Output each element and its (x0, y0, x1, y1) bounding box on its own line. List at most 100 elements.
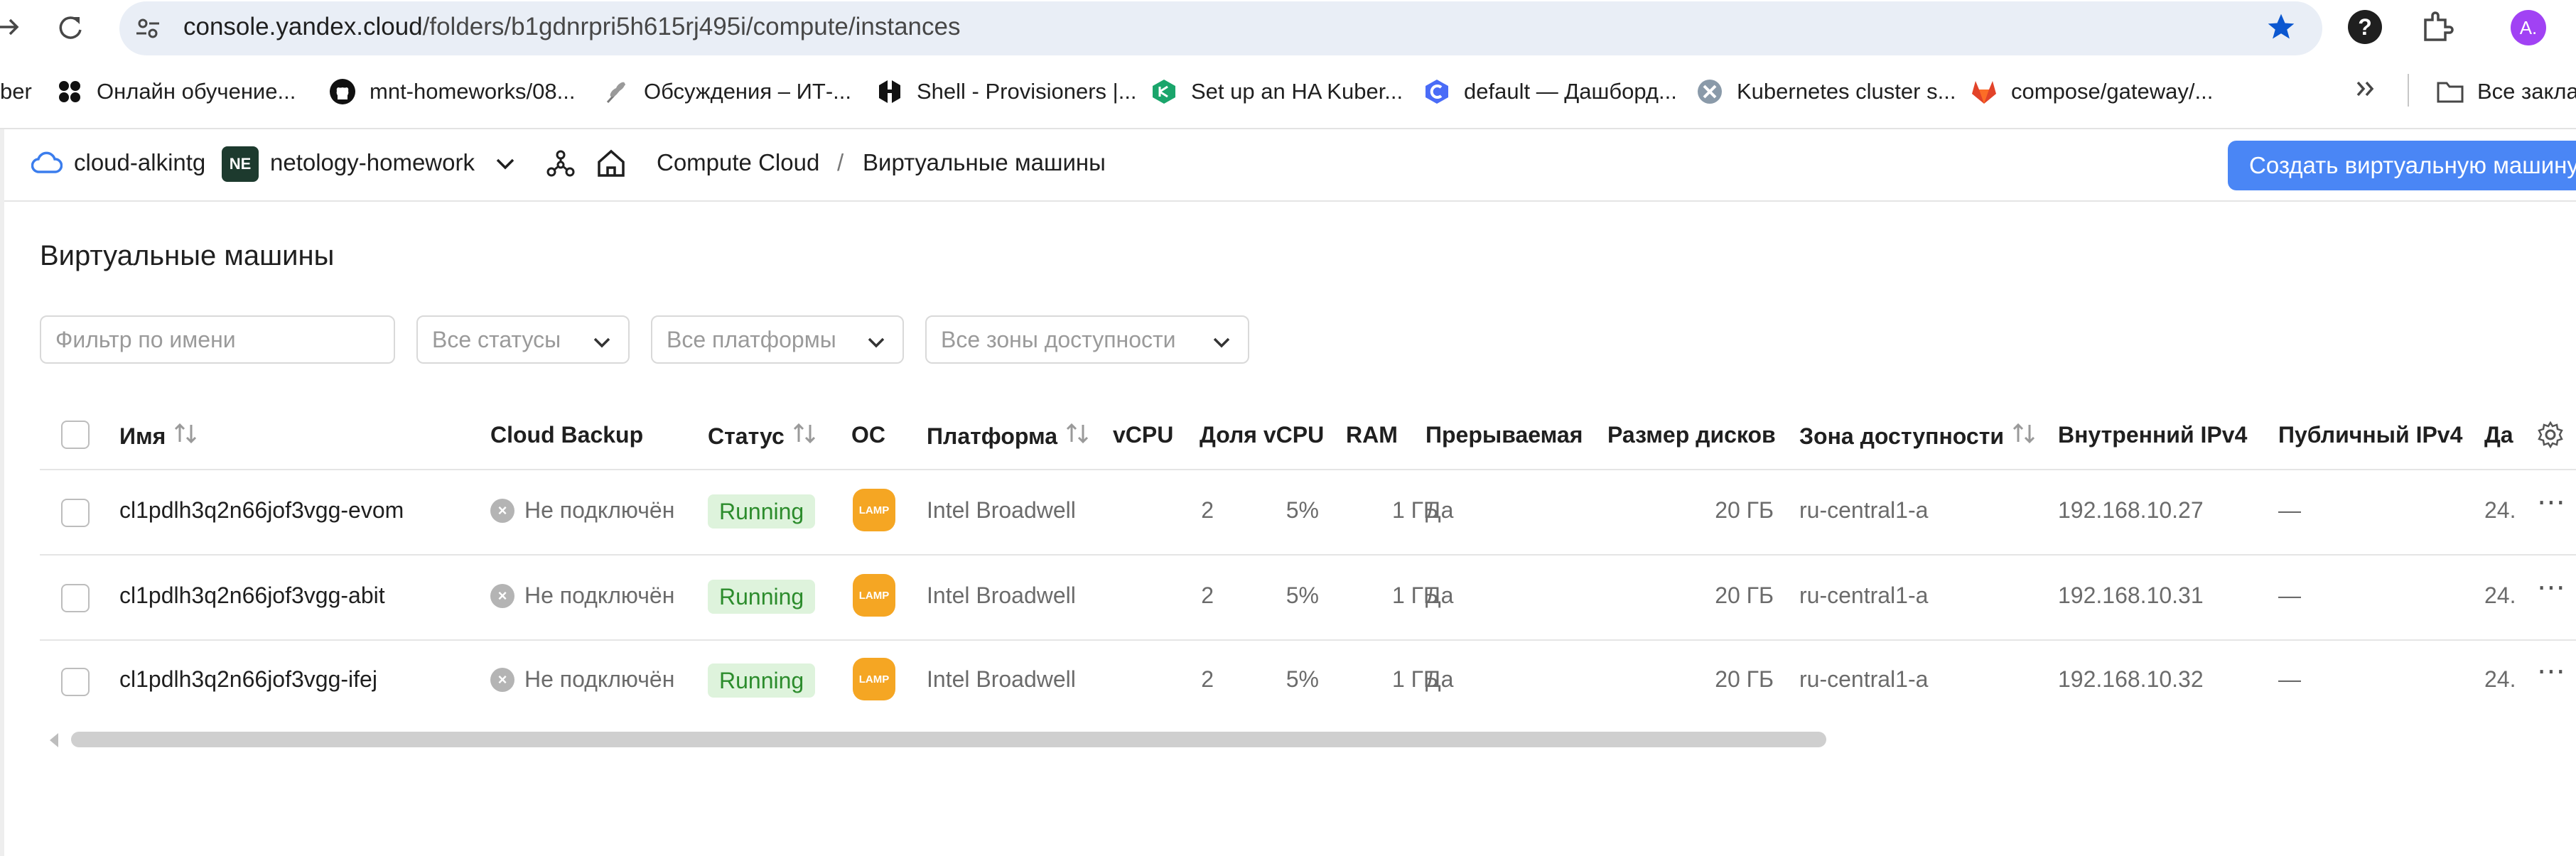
table-row[interactable]: cl1pdlh3q2n66jof3vgg-ifej × Не подключён… (40, 641, 2576, 723)
column-ram: RAM (1346, 422, 1398, 448)
create-vm-label: Создать виртуальную машину (2249, 152, 2576, 178)
ipv4-public-value: — (2278, 666, 2301, 692)
bookmark-label: Обсуждения – ИТ-... (644, 79, 852, 104)
cloud-name: cloud-alkintg (74, 149, 206, 175)
bookmark-0[interactable]: ber (0, 74, 32, 109)
column-os: ОС (851, 422, 885, 448)
table-settings-gear-icon[interactable] (2536, 421, 2565, 453)
backup-status-text: Не подключён (524, 583, 675, 608)
ipv4-internal-value: 192.168.10.27 (2058, 497, 2204, 523)
bookmark-label: Kubernetes cluster s... (1737, 79, 1956, 104)
chevron-down-icon (1211, 331, 1232, 357)
reload-icon[interactable] (55, 13, 85, 46)
chevron-down-icon[interactable] (493, 153, 517, 178)
profile-avatar[interactable]: A. (2511, 10, 2546, 45)
zone-filter-select[interactable]: Все зоны доступности (925, 315, 1249, 364)
ipv4-internal-value: 192.168.10.32 (2058, 666, 2204, 692)
address-url[interactable]: console.yandex.cloud/folders/b1gdnrpri5h… (183, 13, 960, 41)
column-ipv4-public: Публичный IPv4 (2278, 422, 2463, 448)
platform-filter-value: Все платформы (667, 326, 836, 352)
extensions-icon[interactable] (2420, 10, 2454, 48)
bookmark-4[interactable]: Shell - Provisioners |... (875, 74, 1137, 109)
select-all-checkbox[interactable] (61, 421, 90, 449)
bookmarks-overflow-icon[interactable] (2354, 77, 2378, 104)
row-actions-icon[interactable]: ⋯ (2537, 571, 2567, 604)
lamp-os-icon: LAMP (853, 574, 895, 617)
all-bookmarks-label: Все заклад (2477, 79, 2576, 104)
forward-icon[interactable] (0, 13, 21, 45)
github-icon (328, 77, 357, 106)
date-value: 24. (2484, 497, 2516, 523)
bookmark-star-icon[interactable] (2265, 11, 2297, 46)
vcpu-share-value: 5% (1286, 666, 1319, 692)
chevron-down-icon (866, 331, 887, 357)
platform-filter-select[interactable]: Все платформы (651, 315, 904, 364)
bookmark-label: Онлайн обучение... (97, 79, 296, 104)
folder-selector[interactable]: netology-homework (270, 149, 475, 176)
platform-value: Intel Broadwell (927, 497, 1076, 523)
ipv4-public-value: — (2278, 583, 2301, 608)
services-graph-icon[interactable] (546, 149, 576, 183)
name-filter-input[interactable]: Фильтр по имени (40, 315, 395, 364)
bookmark-8[interactable]: compose/gateway/... (1970, 74, 2213, 109)
row-actions-icon[interactable]: ⋯ (2537, 655, 2567, 688)
bookmark-3[interactable]: Обсуждения – ИТ-... (603, 74, 851, 109)
horizontal-scrollbar-thumb[interactable] (71, 732, 1826, 747)
site-settings-icon[interactable] (132, 13, 163, 48)
ipv4-internal-value: 192.168.10.31 (2058, 583, 2204, 608)
vm-name[interactable]: cl1pdlh3q2n66jof3vgg-abit (119, 583, 385, 609)
breadcrumb-service-label: Compute Cloud (657, 149, 820, 175)
row-actions-icon[interactable]: ⋯ (2537, 486, 2567, 519)
column-disk: Размер дисков (1607, 422, 1776, 448)
scroll-left-arrow-icon[interactable] (47, 732, 61, 752)
vcpu-value: 2 (1201, 666, 1214, 692)
platform-value: Intel Broadwell (927, 583, 1076, 608)
column-status[interactable]: Статус (708, 422, 817, 450)
not-connected-icon: × (490, 498, 514, 523)
bookmark-7[interactable]: Kubernetes cluster s... (1696, 74, 1956, 109)
folder-badge: NE (222, 146, 259, 182)
table-row[interactable]: cl1pdlh3q2n66jof3vgg-evom × Не подключён… (40, 470, 2576, 553)
home-icon[interactable] (596, 148, 627, 183)
bookmark-1[interactable]: Онлайн обучение... (55, 74, 296, 109)
all-bookmarks-folder[interactable]: Все заклад (2436, 74, 2576, 109)
date-value: 24. (2484, 583, 2516, 608)
vm-name[interactable]: cl1pdlh3q2n66jof3vgg-evom (119, 497, 404, 524)
disk-value: 20 ГБ (1715, 666, 1774, 692)
breadcrumb-service[interactable]: Compute Cloud (657, 149, 819, 176)
row-checkbox[interactable] (61, 584, 90, 612)
bookmarks-divider (2408, 74, 2409, 107)
zone-filter-value: Все зоны доступности (941, 326, 1176, 352)
row-checkbox[interactable] (61, 668, 90, 696)
bookmark-label: ber (0, 79, 32, 104)
vm-name[interactable]: cl1pdlh3q2n66jof3vgg-ifej (119, 666, 377, 693)
ram-value: 1 ГБ (1391, 583, 1438, 608)
bookmark-label: mnt-homeworks/08... (370, 79, 576, 104)
disk-value: 20 ГБ (1715, 497, 1774, 523)
backup-status: × Не подключён (490, 497, 674, 524)
vcpu-value: 2 (1201, 497, 1214, 523)
bookmark-6[interactable]: default — Дашборд... (1423, 74, 1677, 109)
preemptible-value: Да (1426, 497, 1454, 523)
column-zone[interactable]: Зона доступности (1799, 422, 2037, 450)
backup-status-text: Не подключён (524, 666, 675, 692)
column-platform[interactable]: Платформа (927, 422, 1090, 450)
row-checkbox[interactable] (61, 499, 90, 527)
bookmark-5[interactable]: Set up an HA Kuber... (1150, 74, 1403, 109)
column-name-label: Имя (119, 423, 166, 449)
bookmark-2[interactable]: mnt-homeworks/08... (328, 74, 575, 109)
status-filter-select[interactable]: Все статусы (416, 315, 630, 364)
cloud-icon (31, 151, 63, 178)
table-row[interactable]: cl1pdlh3q2n66jof3vgg-abit × Не подключён… (40, 556, 2576, 638)
column-name[interactable]: Имя (119, 422, 198, 450)
zone-value: ru-central1-a (1799, 583, 1929, 608)
help-icon[interactable]: ? (2348, 10, 2382, 44)
lamp-os-icon: LAMP (853, 489, 895, 531)
create-vm-button[interactable]: Создать виртуальную машину (2228, 141, 2576, 190)
vcpu-share-value: 5% (1286, 583, 1319, 608)
cloud-selector[interactable]: cloud-alkintg (74, 149, 205, 176)
breadcrumb-separator: / (837, 149, 844, 175)
folder-name: netology-homework (270, 149, 475, 175)
vcpu-value: 2 (1201, 583, 1214, 608)
kubernetes-icon (1696, 77, 1724, 106)
